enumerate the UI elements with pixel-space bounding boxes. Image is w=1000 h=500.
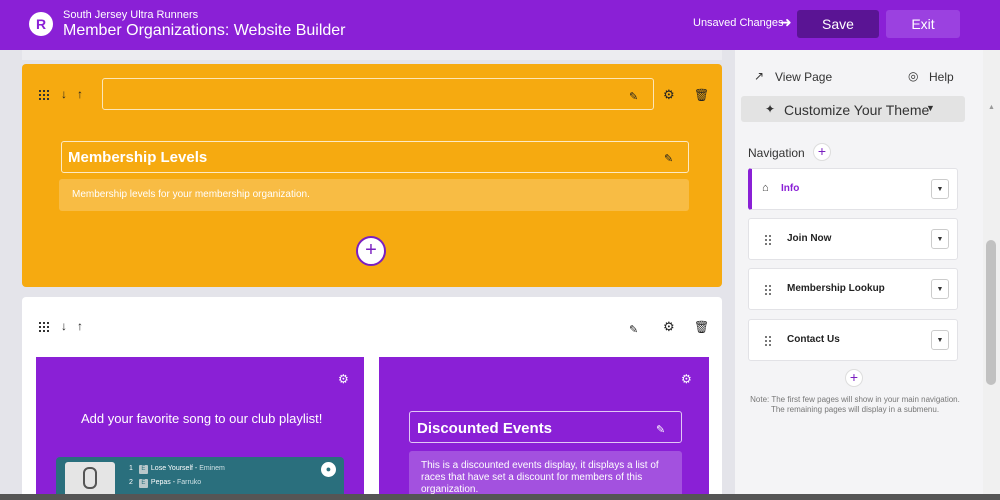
caret-down-icon[interactable]: ▼: [931, 179, 949, 199]
caret-down-icon: ▼: [926, 103, 935, 113]
explicit-badge: E: [138, 479, 148, 488]
caret-down-icon[interactable]: ▼: [931, 229, 949, 249]
nav-item-join-now[interactable]: Join Now ▼: [748, 218, 958, 260]
move-down-icon[interactable]: ↓: [61, 319, 67, 333]
edit-icon[interactable]: ✎: [664, 152, 673, 165]
top-bar: R South Jersey Ultra Runners Member Orga…: [0, 0, 1000, 50]
gear-icon[interactable]: ⚙: [663, 319, 675, 335]
drag-handle-icon[interactable]: [39, 90, 49, 100]
edit-icon[interactable]: ✎: [629, 90, 638, 103]
page-title: Member Organizations: Website Builder: [63, 22, 346, 39]
playlist-track[interactable]: 2 E Pepas - Farruko: [129, 479, 201, 488]
block-description: Membership levels for your membership or…: [72, 189, 310, 200]
block-title: Membership Levels: [68, 149, 208, 166]
drag-handle-icon[interactable]: [765, 336, 773, 346]
add-block-button[interactable]: +: [356, 236, 386, 266]
gear-icon[interactable]: ⚙: [338, 372, 349, 386]
customize-theme-button[interactable]: ✦ Customize Your Theme ▼: [741, 96, 965, 122]
gear-icon[interactable]: ⚙: [663, 87, 675, 103]
nav-item-membership-lookup[interactable]: Membership Lookup ▼: [748, 268, 958, 310]
caret-down-icon[interactable]: ▼: [931, 279, 949, 299]
add-nav-item-button[interactable]: +: [813, 143, 831, 161]
nav-item-info[interactable]: ⌂ Info ▼: [748, 168, 958, 210]
drag-handle-icon[interactable]: [765, 285, 773, 295]
save-button[interactable]: Save: [797, 10, 879, 38]
edit-icon[interactable]: ✎: [629, 323, 638, 336]
arrow-right-icon: ➜: [780, 14, 792, 30]
scrollbar-thumb[interactable]: [986, 240, 996, 385]
block-description: This is a discounted events display, it …: [421, 460, 659, 495]
move-up-icon[interactable]: ↑: [77, 319, 83, 333]
scroll-up-icon[interactable]: ▲: [988, 104, 995, 111]
sidebar-scrollbar[interactable]: ▲: [983, 50, 1000, 500]
playlist-track[interactable]: 1 E Lose Yourself - Eminem: [129, 465, 225, 474]
lifebuoy-icon[interactable]: ◎: [908, 69, 918, 83]
gear-icon[interactable]: ⚙: [681, 372, 692, 386]
playlist-heading: Add your favorite song to our club playl…: [81, 411, 323, 426]
section-title-input[interactable]: [102, 78, 654, 110]
bottom-edge: [0, 494, 1000, 500]
home-icon: ⌂: [762, 182, 769, 194]
move-down-icon[interactable]: ↓: [61, 87, 67, 101]
navigation-note: Note: The first few pages will show in y…: [750, 395, 960, 414]
caret-down-icon[interactable]: ▼: [931, 330, 949, 350]
view-page-link[interactable]: View Page: [775, 70, 832, 84]
external-link-icon[interactable]: ↗: [754, 69, 764, 83]
drag-handle-icon[interactable]: [39, 322, 49, 332]
exit-button[interactable]: Exit: [886, 10, 960, 38]
app-logo: R: [29, 12, 53, 36]
navigation-heading: Navigation: [748, 146, 805, 160]
nav-item-contact-us[interactable]: Contact Us ▼: [748, 319, 958, 361]
unsaved-changes-label: Unsaved Changes: [693, 17, 784, 29]
trash-icon[interactable]: 🗑: [694, 88, 709, 102]
add-nav-item-button[interactable]: +: [845, 369, 863, 387]
section-title-input[interactable]: [102, 311, 654, 343]
move-up-icon[interactable]: ↑: [77, 87, 83, 101]
spotify-icon: ●: [321, 462, 336, 477]
previous-section-edge: [22, 50, 722, 60]
explicit-badge: E: [138, 465, 148, 474]
edit-icon[interactable]: ✎: [656, 423, 665, 436]
organization-name: South Jersey Ultra Runners: [63, 9, 199, 21]
trash-icon[interactable]: 🗑: [694, 320, 709, 334]
block-title: Discounted Events: [417, 420, 553, 437]
drag-handle-icon[interactable]: [765, 235, 773, 245]
help-link[interactable]: Help: [929, 70, 954, 84]
magic-wand-icon: ✦: [765, 102, 776, 116]
